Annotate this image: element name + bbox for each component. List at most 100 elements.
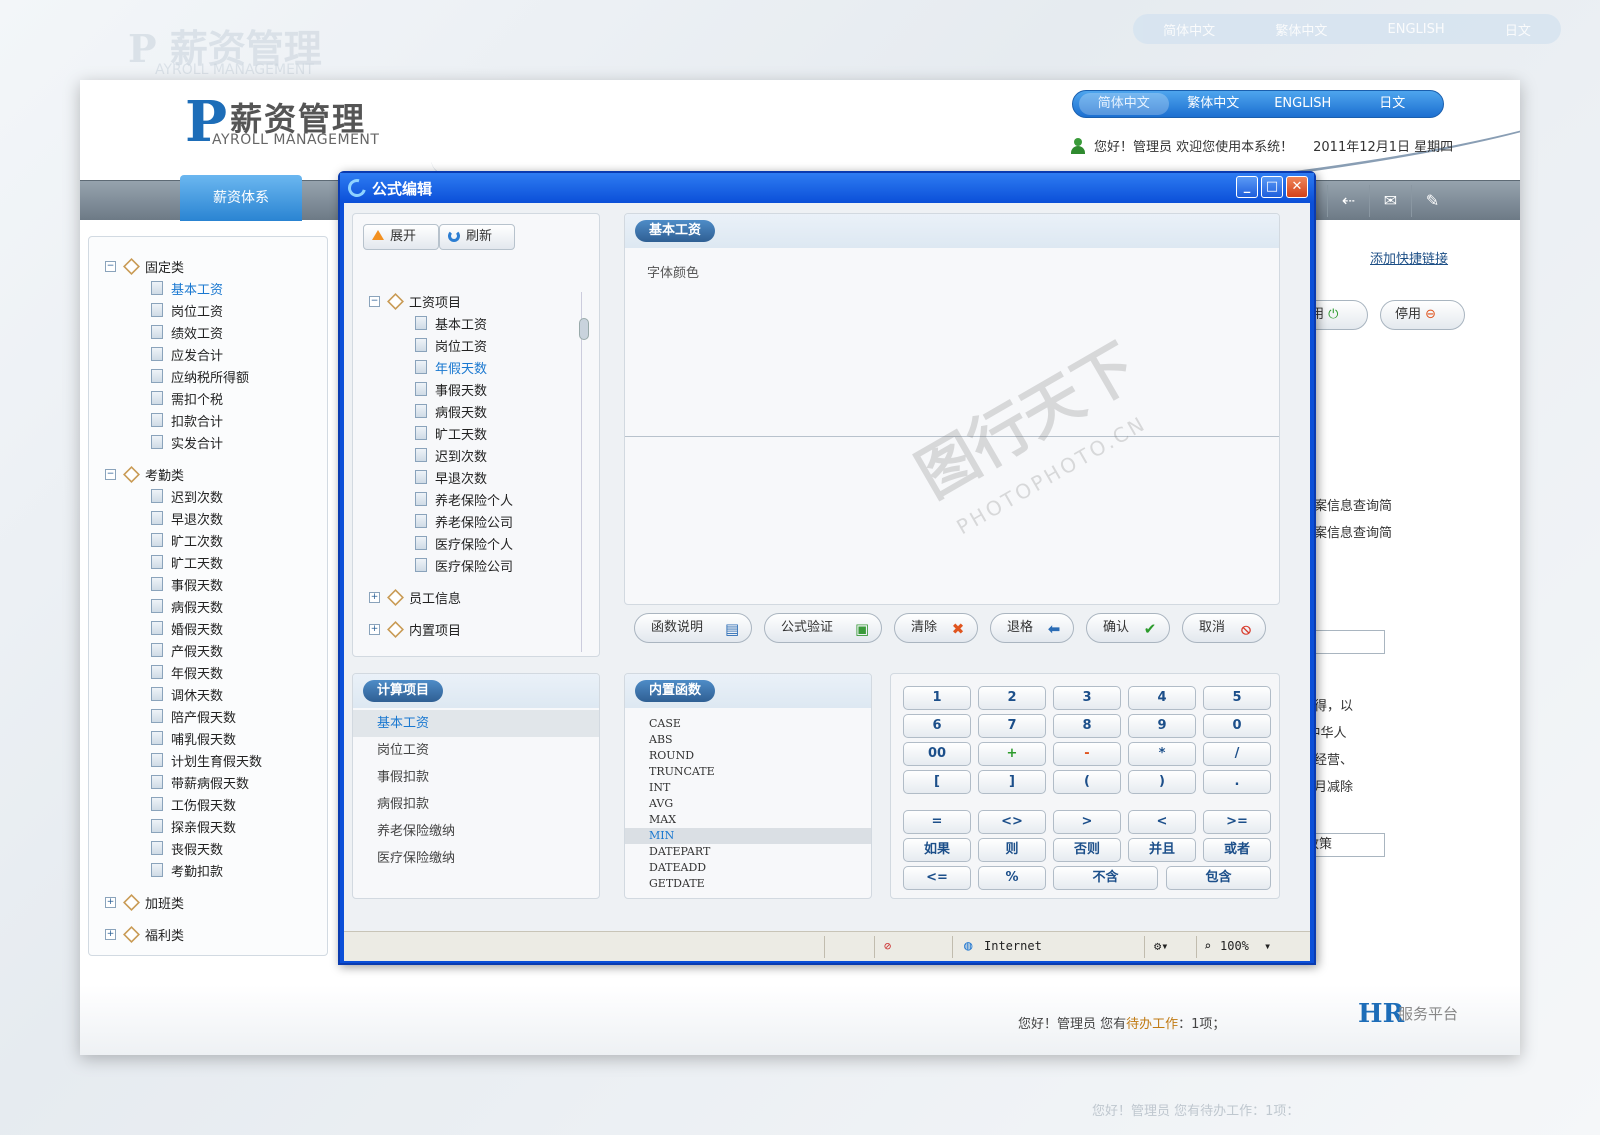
key-button[interactable]: 则 <box>978 838 1046 862</box>
sidebar-item[interactable]: 调休天数 <box>105 683 327 705</box>
expand-button[interactable]: 展开 <box>363 224 439 250</box>
zoom-level[interactable]: 100% <box>1220 939 1249 953</box>
key-button[interactable]: ( <box>1053 770 1121 794</box>
key-button[interactable]: <= <box>903 866 971 890</box>
sidebar-item[interactable]: 基本工资 <box>105 277 327 299</box>
zoom-dropdown-icon[interactable]: ▾ <box>1264 939 1271 953</box>
backspace-button[interactable]: 退格 ⬅ <box>990 613 1074 643</box>
sidebar-item[interactable]: 带薪病假天数 <box>105 771 327 793</box>
sidebar-item[interactable]: 迟到次数 <box>105 485 327 507</box>
sidebar-item[interactable]: 旷工次数 <box>105 529 327 551</box>
sidebar-item[interactable]: 应发合计 <box>105 343 327 365</box>
key-button[interactable]: 并且 <box>1128 838 1196 862</box>
function-item[interactable]: DATEPART <box>625 844 871 860</box>
sidebar-item[interactable]: 实发合计 <box>105 431 327 453</box>
tree-scroll-thumb[interactable] <box>579 318 589 340</box>
key-button[interactable]: 否则 <box>1053 838 1121 862</box>
cancel-button[interactable]: 取消 ⦸ <box>1182 613 1266 643</box>
key-button[interactable]: 不含 <box>1053 866 1158 890</box>
sidebar-group[interactable]: − 固定类 <box>105 255 327 277</box>
language-option[interactable]: 简体中文 <box>1079 93 1169 115</box>
key-button[interactable]: 1 <box>903 686 971 710</box>
key-button[interactable]: > <box>1053 810 1121 834</box>
tree-item[interactable]: 养老保险公司 <box>369 510 513 532</box>
toggle-icon[interactable]: + <box>369 623 380 635</box>
function-item[interactable]: MAX <box>625 812 871 828</box>
calc-item[interactable]: 事假扣款 <box>353 764 599 791</box>
key-button[interactable]: 3 <box>1053 686 1121 710</box>
sidebar-group[interactable]: − 考勤类 <box>105 463 327 485</box>
close-button[interactable]: ✕ <box>1286 176 1308 198</box>
function-item[interactable]: ABS <box>625 732 871 748</box>
sidebar-item[interactable]: 计划生育假天数 <box>105 749 327 771</box>
sidebar-item[interactable]: 绩效工资 <box>105 321 327 343</box>
disable-button[interactable]: 停用 ⊖ <box>1380 300 1465 330</box>
key-button[interactable]: < <box>1128 810 1196 834</box>
sidebar-item[interactable]: 需扣个税 <box>105 387 327 409</box>
tree-item[interactable]: 基本工资 <box>369 312 513 334</box>
toggle-icon[interactable]: − <box>105 468 116 480</box>
key-button[interactable]: [ <box>903 770 971 794</box>
tree-scrollbar[interactable] <box>579 292 589 652</box>
tree-item[interactable]: 迟到次数 <box>369 444 513 466</box>
toggle-icon[interactable]: + <box>369 591 380 603</box>
language-option[interactable]: ENGLISH <box>1258 93 1348 115</box>
sidebar-item[interactable]: 工伤假天数 <box>105 793 327 815</box>
key-button[interactable]: 0 <box>1203 714 1271 738</box>
key-button[interactable]: = <box>903 810 971 834</box>
key-button[interactable]: 2 <box>978 686 1046 710</box>
function-item[interactable]: GETDATE <box>625 876 871 892</box>
tree-item[interactable]: 医疗保险个人 <box>369 532 513 554</box>
tree-group[interactable]: + 员工信息 <box>369 586 513 608</box>
key-button[interactable]: 6 <box>903 714 971 738</box>
function-item[interactable]: INT <box>625 780 871 796</box>
sidebar-item[interactable]: 丧假天数 <box>105 837 327 859</box>
key-button[interactable]: * <box>1128 742 1196 766</box>
tree-item[interactable]: 岗位工资 <box>369 334 513 356</box>
key-button[interactable]: / <box>1203 742 1271 766</box>
toggle-icon[interactable]: − <box>369 295 380 307</box>
key-button[interactable]: 如果 <box>903 838 971 862</box>
sidebar-item[interactable]: 哺乳假天数 <box>105 727 327 749</box>
add-quick-link[interactable]: 添加快捷链接 <box>1370 248 1448 267</box>
sidebar-item[interactable]: 产假天数 <box>105 639 327 661</box>
language-option[interactable]: 繁体中文 <box>1169 93 1259 115</box>
function-item[interactable]: CASE <box>625 716 871 732</box>
key-button[interactable]: 包含 <box>1166 866 1271 890</box>
refresh-button[interactable]: 刷新 <box>439 224 515 250</box>
key-button[interactable]: % <box>978 866 1046 890</box>
toggle-icon[interactable]: − <box>105 260 116 272</box>
key-button[interactable]: ) <box>1128 770 1196 794</box>
key-button[interactable]: 00 <box>903 742 971 766</box>
calc-item[interactable]: 医疗保险缴纳 <box>353 845 599 872</box>
key-button[interactable]: 5 <box>1203 686 1271 710</box>
minimize-button[interactable]: _ <box>1236 176 1258 198</box>
tree-item[interactable]: 事假天数 <box>369 378 513 400</box>
key-button[interactable]: . <box>1203 770 1271 794</box>
toggle-icon[interactable]: + <box>105 896 116 908</box>
key-button[interactable]: ] <box>978 770 1046 794</box>
protected-mode-icon[interactable]: ⚙▾ <box>1154 939 1168 953</box>
tree-item[interactable]: 早退次数 <box>369 466 513 488</box>
tree-item[interactable]: 养老保险个人 <box>369 488 513 510</box>
tree-item[interactable]: 病假天数 <box>369 400 513 422</box>
key-button[interactable]: - <box>1053 742 1121 766</box>
verify-button[interactable]: 公式验证 ▣ <box>764 613 882 643</box>
sidebar-item[interactable]: 年假天数 <box>105 661 327 683</box>
message-icon[interactable]: ✉ <box>1369 185 1411 217</box>
sidebar-item[interactable]: 陪产假天数 <box>105 705 327 727</box>
tree-item[interactable]: 旷工天数 <box>369 422 513 444</box>
sidebar-item[interactable]: 旷工天数 <box>105 551 327 573</box>
key-button[interactable]: <> <box>978 810 1046 834</box>
tab-salary-system[interactable]: 薪资体系 <box>180 175 302 221</box>
tree-group[interactable]: − 工资项目 <box>369 290 513 312</box>
doc-button[interactable]: 函数说明 ▤ <box>634 613 752 643</box>
key-button[interactable]: 或者 <box>1203 838 1271 862</box>
sidebar-item[interactable]: 婚假天数 <box>105 617 327 639</box>
language-option[interactable]: 日文 <box>1348 93 1438 115</box>
key-button[interactable]: 9 <box>1128 714 1196 738</box>
function-item[interactable]: TRUNCATE <box>625 764 871 780</box>
exit-icon[interactable]: ⇠ <box>1327 185 1369 217</box>
toggle-icon[interactable]: + <box>105 928 116 940</box>
function-item[interactable]: MIN <box>625 828 871 844</box>
